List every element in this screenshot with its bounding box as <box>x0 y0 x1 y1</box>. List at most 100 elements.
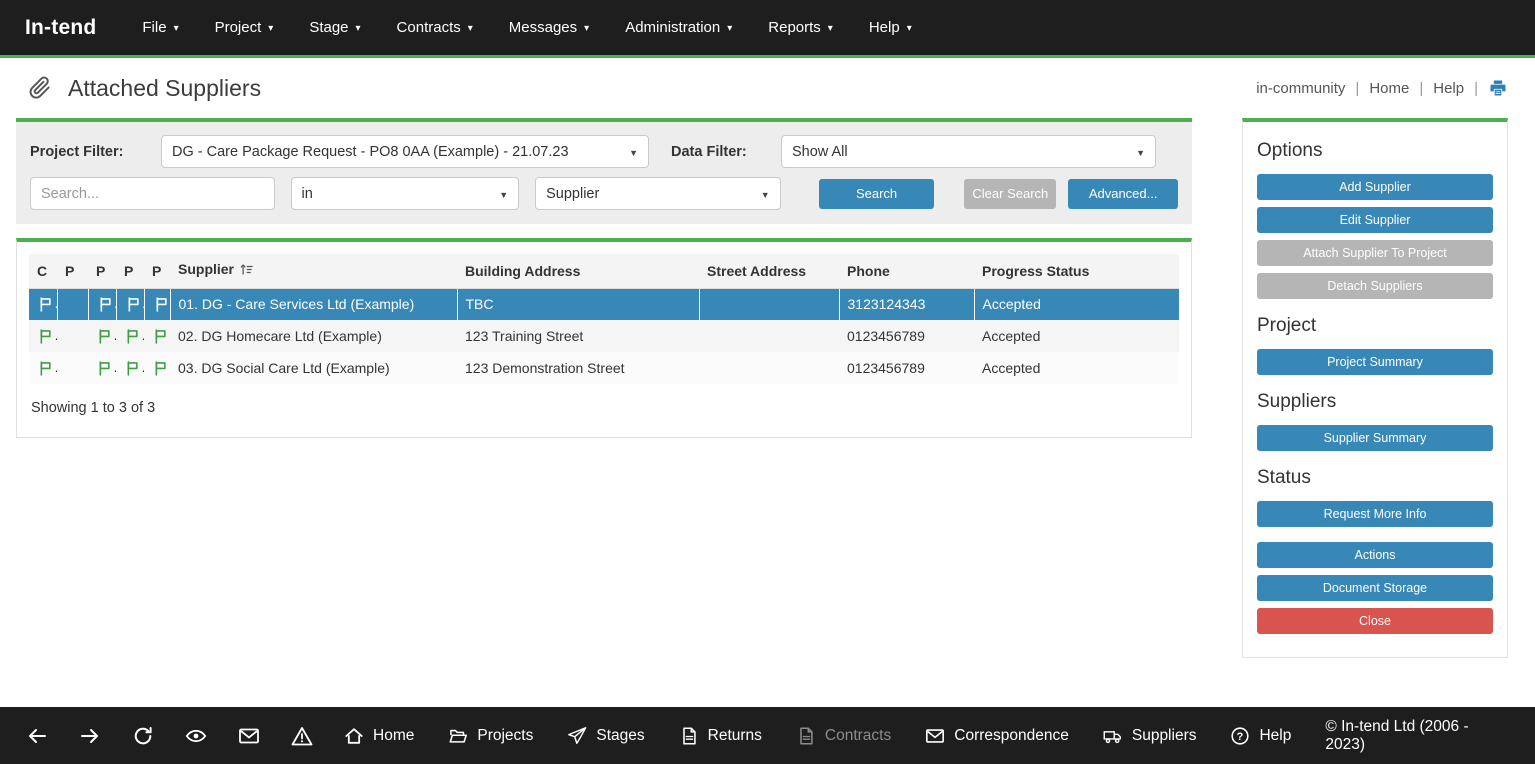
bottom-nav-home[interactable]: Home <box>344 726 414 746</box>
add-supplier-button[interactable]: Add Supplier <box>1257 174 1493 200</box>
flag-icon <box>124 327 141 343</box>
menu-administration[interactable]: Administration <box>625 19 732 36</box>
col-header-progress-status: Progress Status <box>974 254 1179 288</box>
section-heading-project: Project <box>1257 315 1493 337</box>
caret-down-icon <box>268 23 273 34</box>
link-help[interactable]: Help <box>1433 80 1464 97</box>
warning-icon[interactable] <box>291 725 313 747</box>
cell-progress-status: Accepted <box>974 288 1179 320</box>
bottom-nav-returns[interactable]: Returns <box>679 726 762 746</box>
menu-help[interactable]: Help <box>869 19 912 36</box>
suppliers-table-panel: C P P P P Supplier Building Address Stre… <box>16 238 1192 438</box>
main-menu: File Project Stage Contracts Messages Ad… <box>142 19 911 36</box>
menu-reports[interactable]: Reports <box>768 19 833 36</box>
cell-building-address: 123 Demonstration Street <box>457 352 699 384</box>
menu-file[interactable]: File <box>142 19 178 36</box>
flag-icon <box>152 327 169 343</box>
home-icon <box>344 726 364 746</box>
col-header-p2: P <box>88 254 116 288</box>
col-header-supplier[interactable]: Supplier <box>170 254 457 288</box>
flag-icon <box>97 295 114 311</box>
section-heading-status: Status <box>1257 467 1493 489</box>
flag-icon <box>152 359 169 375</box>
attach-supplier-button[interactable]: Attach Supplier To Project <box>1257 240 1493 266</box>
table-row[interactable]: 02. DG Homecare Ltd (Example) 123 Traini… <box>29 320 1179 352</box>
bottom-nav-help[interactable]: Help <box>1230 726 1291 746</box>
bottom-nav-contracts[interactable]: Contracts <box>796 726 891 746</box>
project-filter-select[interactable]: DG - Care Package Request - PO8 0AA (Exa… <box>161 135 649 168</box>
header-links: in-community Home Help <box>1256 78 1508 98</box>
eye-icon[interactable] <box>185 725 207 747</box>
help-icon <box>1230 726 1250 746</box>
back-icon[interactable] <box>26 725 48 747</box>
link-home[interactable]: Home <box>1369 80 1409 97</box>
menu-stage[interactable]: Stage <box>309 19 360 36</box>
link-in-community[interactable]: in-community <box>1256 80 1345 97</box>
flag-icon <box>37 295 54 311</box>
document-storage-button[interactable]: Document Storage <box>1257 575 1493 601</box>
forward-icon[interactable] <box>79 725 101 747</box>
search-button[interactable]: Search <box>819 179 935 209</box>
cell-street-address <box>699 288 839 320</box>
search-input[interactable] <box>30 177 275 210</box>
project-summary-button[interactable]: Project Summary <box>1257 349 1493 375</box>
supplier-summary-button[interactable]: Supplier Summary <box>1257 425 1493 451</box>
caret-down-icon <box>1136 144 1145 160</box>
request-more-info-button[interactable]: Request More Info <box>1257 501 1493 527</box>
table-header-row: C P P P P Supplier Building Address Stre… <box>29 254 1179 288</box>
caret-down-icon <box>828 23 833 34</box>
caret-down-icon <box>584 23 589 34</box>
detach-suppliers-button[interactable]: Detach Suppliers <box>1257 273 1493 299</box>
refresh-icon[interactable] <box>132 725 154 747</box>
actions-button[interactable]: Actions <box>1257 542 1493 568</box>
printer-icon[interactable] <box>1488 78 1508 98</box>
menu-contracts[interactable]: Contracts <box>397 19 473 36</box>
cell-phone: 3123124343 <box>839 288 974 320</box>
paper-plane-icon <box>567 726 587 746</box>
page-title: Attached Suppliers <box>68 75 261 102</box>
flag-icon <box>96 359 113 375</box>
edit-supplier-button[interactable]: Edit Supplier <box>1257 207 1493 233</box>
table-row[interactable]: 03. DG Social Care Ltd (Example) 123 Dem… <box>29 352 1179 384</box>
bottom-nav-stages[interactable]: Stages <box>567 726 644 746</box>
actions-sidebar: Options Add Supplier Edit Supplier Attac… <box>1242 118 1508 658</box>
col-header-building-address: Building Address <box>457 254 699 288</box>
document-icon <box>679 726 699 746</box>
divider <box>1474 80 1478 97</box>
clear-search-button[interactable]: Clear Search <box>964 179 1056 209</box>
col-header-p4: P <box>144 254 170 288</box>
cell-supplier: 03. DG Social Care Ltd (Example) <box>170 352 457 384</box>
top-menubar: In-tend File Project Stage Contracts Mes… <box>0 0 1535 55</box>
search-field-select[interactable]: Supplier <box>535 177 781 210</box>
caret-down-icon <box>629 144 638 160</box>
envelope-icon <box>925 726 945 746</box>
bottom-nav-projects[interactable]: Projects <box>448 726 533 746</box>
bottom-toolbar: Home Projects Stages Returns Contracts C… <box>0 707 1535 764</box>
flag-icon <box>96 327 113 343</box>
caret-down-icon <box>356 23 361 34</box>
caret-down-icon <box>761 186 770 202</box>
caret-down-icon <box>174 23 179 34</box>
cell-street-address <box>699 320 839 352</box>
menu-messages[interactable]: Messages <box>509 19 589 36</box>
bottom-nav-suppliers[interactable]: Suppliers <box>1103 726 1197 746</box>
page-header: Attached Suppliers in-community Home Hel… <box>0 58 1535 118</box>
divider <box>1355 80 1359 97</box>
sort-icon[interactable] <box>239 262 254 280</box>
data-filter-select[interactable]: Show All <box>781 135 1156 168</box>
cell-phone: 0123456789 <box>839 352 974 384</box>
folder-icon <box>448 726 468 746</box>
advanced-search-button[interactable]: Advanced... <box>1068 179 1178 209</box>
flag-icon <box>124 359 141 375</box>
close-button[interactable]: Close <box>1257 608 1493 634</box>
mail-icon[interactable] <box>238 725 260 747</box>
cell-street-address <box>699 352 839 384</box>
flag-icon <box>125 295 142 311</box>
bottom-nav-correspondence[interactable]: Correspondence <box>925 726 1069 746</box>
menu-project[interactable]: Project <box>215 19 274 36</box>
search-scope-select[interactable]: in <box>291 177 520 210</box>
caret-down-icon <box>907 23 912 34</box>
project-filter-label: Project Filter: <box>30 144 161 160</box>
cell-progress-status: Accepted <box>974 320 1179 352</box>
table-row[interactable]: 01. DG - Care Services Ltd (Example) TBC… <box>29 288 1179 320</box>
